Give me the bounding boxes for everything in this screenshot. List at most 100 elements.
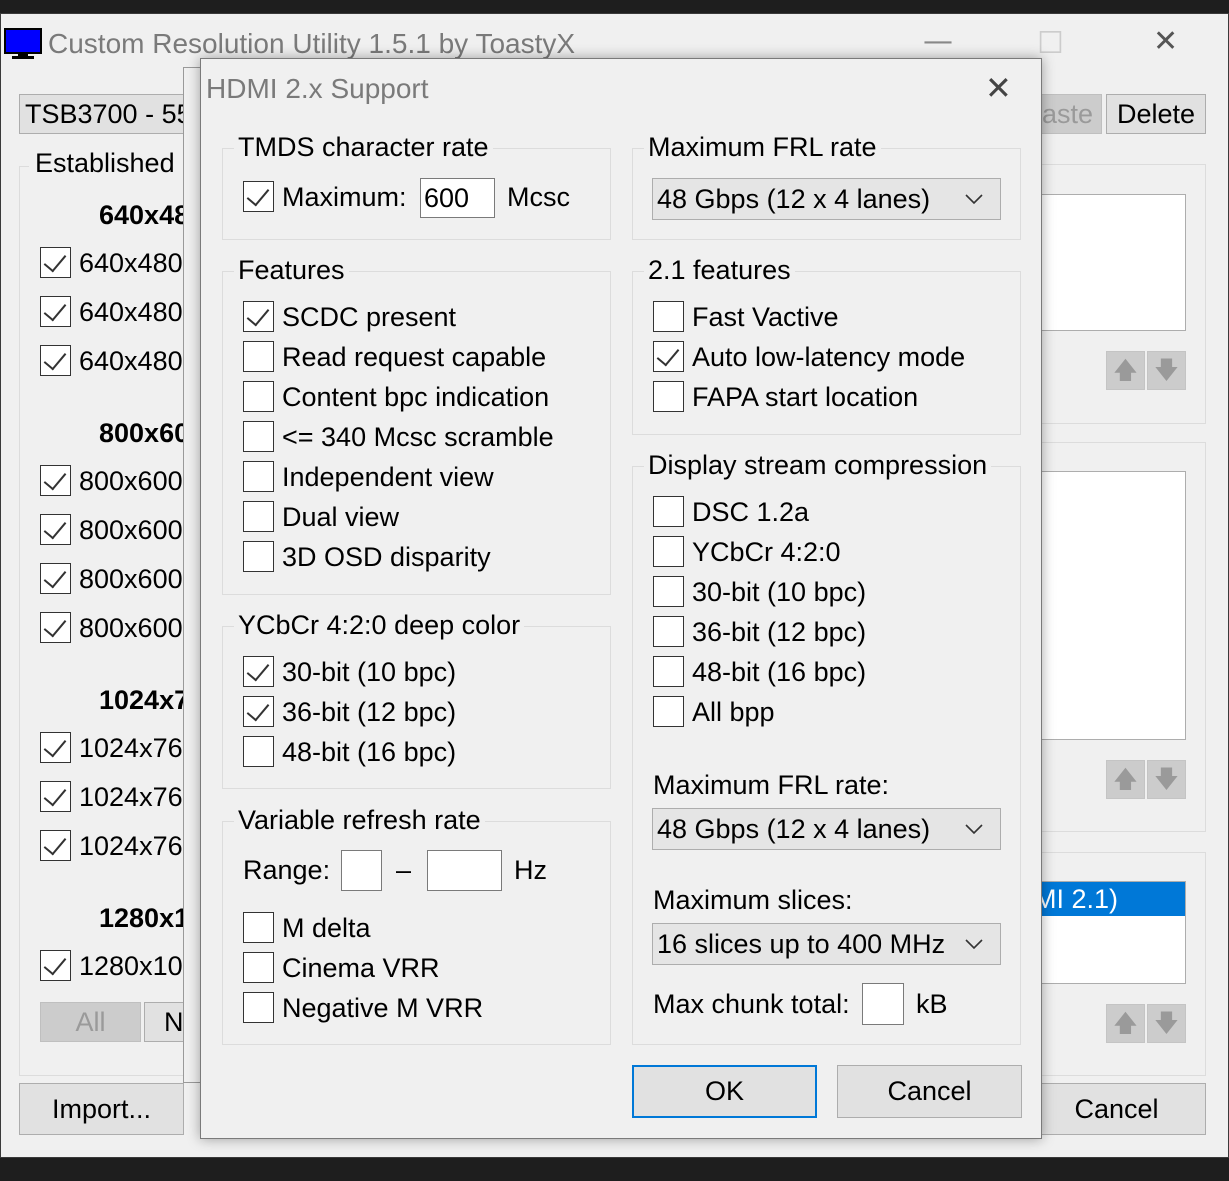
minimize-icon[interactable]: — bbox=[923, 24, 953, 59]
vrr-group-label: Variable refresh rate bbox=[234, 805, 485, 836]
resolution-checkbox[interactable] bbox=[40, 781, 71, 812]
dsc-chunk-label: Max chunk total: bbox=[653, 989, 850, 1019]
dsc-slices-label: Maximum slices: bbox=[653, 885, 853, 915]
move-up-button[interactable]: 🡅 bbox=[1106, 1004, 1145, 1043]
ycbcr-36bit-checkbox[interactable] bbox=[243, 696, 274, 727]
vrr-range-dash: – bbox=[396, 855, 412, 885]
group-header: 1280x1 bbox=[99, 903, 190, 933]
resolution-label: 640x480 bbox=[79, 248, 183, 278]
resolution-checkbox[interactable] bbox=[40, 345, 71, 376]
independent-view-checkbox[interactable] bbox=[243, 461, 274, 492]
cancel-button[interactable]: Cancel bbox=[837, 1065, 1022, 1118]
move-down-button[interactable]: 🡇 bbox=[1147, 760, 1186, 799]
delete-button[interactable]: Delete bbox=[1106, 94, 1206, 134]
ok-button[interactable]: OK bbox=[632, 1065, 817, 1118]
dsc-ycbcr420-label: YCbCr 4:2:0 bbox=[692, 537, 841, 567]
dsc-all-bpp-checkbox[interactable] bbox=[653, 696, 684, 727]
dsc-frl-select[interactable]: 48 Gbps (12 x 4 lanes) bbox=[652, 808, 1001, 850]
max-frl-value: 48 Gbps (12 x 4 lanes) bbox=[657, 184, 931, 214]
ycbcr-30bit-checkbox[interactable] bbox=[243, 656, 274, 687]
read-request-checkbox[interactable] bbox=[243, 341, 274, 372]
dsc-30bit-label: 30-bit (10 bpc) bbox=[692, 577, 867, 607]
vrr-range-max-input[interactable] bbox=[427, 850, 502, 891]
maximize-icon[interactable]: ☐ bbox=[1037, 26, 1064, 61]
tmds-maximum-input[interactable]: 600 bbox=[420, 178, 495, 218]
move-up-button[interactable]: 🡅 bbox=[1106, 351, 1145, 390]
dsc-12a-label: DSC 1.2a bbox=[692, 497, 810, 527]
tmds-maximum-label: Maximum: bbox=[282, 182, 407, 212]
resolution-checkbox[interactable] bbox=[40, 465, 71, 496]
move-down-button[interactable]: 🡇 bbox=[1147, 1004, 1186, 1043]
read-request-label: Read request capable bbox=[282, 342, 547, 372]
app-monitor-icon bbox=[4, 28, 42, 60]
osd-disparity-label: 3D OSD disparity bbox=[282, 542, 491, 572]
dsc-48bit-checkbox[interactable] bbox=[653, 656, 684, 687]
dsc-36bit-label: 36-bit (12 bpc) bbox=[692, 617, 867, 647]
established-label: Established r bbox=[29, 148, 198, 179]
dsc-chunk-input[interactable] bbox=[862, 983, 904, 1025]
resolution-checkbox[interactable] bbox=[40, 514, 71, 545]
tmds-group-label: TMDS character rate bbox=[234, 132, 493, 163]
ycbcr-48bit-checkbox[interactable] bbox=[243, 736, 274, 767]
main-cancel-button[interactable]: Cancel bbox=[1021, 1083, 1206, 1135]
resolution-checkbox[interactable] bbox=[40, 732, 71, 763]
extension-block-selected[interactable]: MI 2.1) bbox=[1032, 882, 1185, 916]
dsc-slices-select[interactable]: 16 slices up to 400 MHz bbox=[652, 923, 1001, 965]
dsc-ycbcr420-checkbox[interactable] bbox=[653, 536, 684, 567]
vrr-range-min-input[interactable] bbox=[341, 850, 382, 891]
tmds-unit-label: Mcsc bbox=[507, 182, 570, 212]
tmds-maximum-checkbox[interactable] bbox=[243, 181, 274, 212]
resolution-checkbox[interactable] bbox=[40, 830, 71, 861]
import-button[interactable]: Import... bbox=[19, 1083, 184, 1135]
fapa-label: FAPA start location bbox=[692, 382, 919, 412]
negative-m-vrr-checkbox[interactable] bbox=[243, 992, 274, 1023]
allm-checkbox[interactable] bbox=[653, 341, 684, 372]
all-button[interactable]: All bbox=[40, 1002, 141, 1042]
cinema-vrr-checkbox[interactable] bbox=[243, 952, 274, 983]
ycbcr-deep-color-label: YCbCr 4:2:0 deep color bbox=[234, 610, 525, 641]
standard-resolutions-list[interactable] bbox=[1031, 471, 1186, 740]
scdc-present-checkbox[interactable] bbox=[243, 301, 274, 332]
resolution-label: 640x480 bbox=[79, 297, 183, 327]
dsc-12a-checkbox[interactable] bbox=[653, 496, 684, 527]
ycbcr-36bit-label: 36-bit (12 bpc) bbox=[282, 697, 457, 727]
resolution-checkbox[interactable] bbox=[40, 296, 71, 327]
resolution-label: 1280x102 bbox=[79, 951, 189, 981]
scramble-label: <= 340 Mcsc scramble bbox=[282, 422, 554, 452]
dual-view-label: Dual view bbox=[282, 502, 400, 532]
content-bpc-checkbox[interactable] bbox=[243, 381, 274, 412]
dual-view-checkbox[interactable] bbox=[243, 501, 274, 532]
move-up-button[interactable]: 🡅 bbox=[1106, 760, 1145, 799]
chevron-down-icon bbox=[965, 824, 983, 835]
ycbcr-30bit-label: 30-bit (10 bpc) bbox=[282, 657, 457, 687]
resolution-checkbox[interactable] bbox=[40, 612, 71, 643]
dsc-36bit-checkbox[interactable] bbox=[653, 616, 684, 647]
dialog-close-icon[interactable]: ✕ bbox=[985, 69, 1012, 107]
resolution-checkbox[interactable] bbox=[40, 950, 71, 981]
dsc-chunk-unit: kB bbox=[916, 989, 948, 1019]
dsc-group-label: Display stream compression bbox=[644, 450, 992, 481]
max-frl-select[interactable]: 48 Gbps (12 x 4 lanes) bbox=[652, 178, 1001, 220]
m-delta-checkbox[interactable] bbox=[243, 912, 274, 943]
fapa-checkbox[interactable] bbox=[653, 381, 684, 412]
osd-disparity-checkbox[interactable] bbox=[243, 541, 274, 572]
resolution-label: 1024x768 bbox=[79, 831, 189, 861]
chevron-down-icon bbox=[965, 939, 983, 950]
move-down-button[interactable]: 🡇 bbox=[1147, 351, 1186, 390]
dsc-30bit-checkbox[interactable] bbox=[653, 576, 684, 607]
detailed-resolutions-list[interactable] bbox=[1031, 194, 1186, 331]
independent-view-label: Independent view bbox=[282, 462, 494, 492]
dialog-title: HDMI 2.x Support bbox=[206, 73, 429, 104]
dsc-48bit-label: 48-bit (16 bpc) bbox=[692, 657, 867, 687]
dsc-slices-value: 16 slices up to 400 MHz bbox=[657, 929, 946, 959]
resolution-label: 1024x768 bbox=[79, 733, 189, 763]
resolution-checkbox[interactable] bbox=[40, 563, 71, 594]
fast-vactive-checkbox[interactable] bbox=[653, 301, 684, 332]
allm-label: Auto low-latency mode bbox=[692, 342, 966, 372]
resolution-label: 640x480 bbox=[79, 346, 183, 376]
scramble-checkbox[interactable] bbox=[243, 421, 274, 452]
resolution-checkbox[interactable] bbox=[40, 247, 71, 278]
close-icon[interactable]: ✕ bbox=[1153, 24, 1178, 59]
features-group-label: Features bbox=[234, 255, 349, 286]
ycbcr-48bit-label: 48-bit (16 bpc) bbox=[282, 737, 457, 767]
